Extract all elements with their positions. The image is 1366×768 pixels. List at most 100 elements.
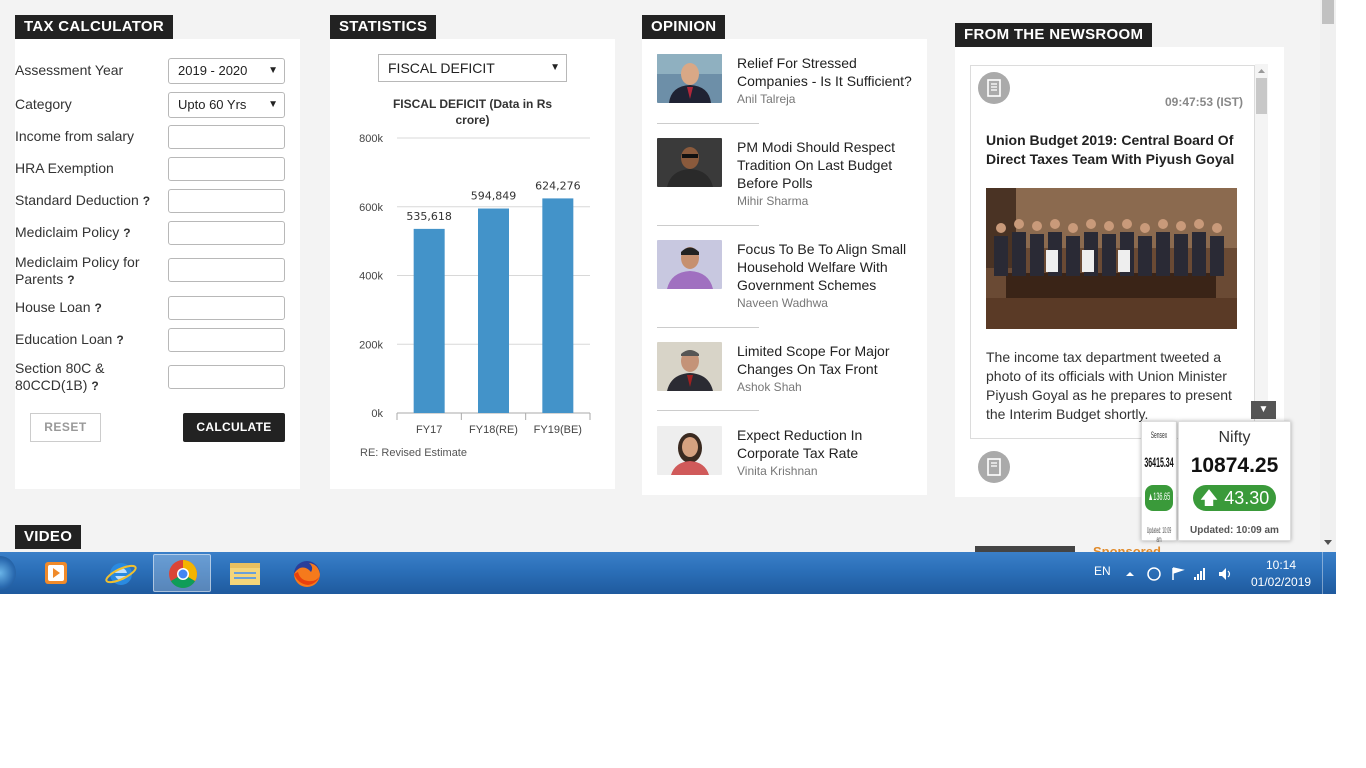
dropdown-arrow-icon: ▼ [550, 62, 560, 73]
taskbar-chrome[interactable] [153, 554, 211, 592]
show-desktop-button[interactable] [1322, 552, 1336, 594]
mediclaim-label-wrap: Mediclaim Policy? [15, 224, 131, 242]
chart-title: FISCAL DEFICIT (Data in Rs crore) [392, 97, 553, 127]
category-select[interactable]: Upto 60 Yrs ▼ [168, 92, 285, 118]
opinion-item[interactable]: Focus To Be To Align Small Household Wel… [657, 240, 917, 310]
taskbar: EN 10:14 01/02/2019 [0, 552, 1336, 594]
nifty-change: 43.30 [1224, 488, 1270, 508]
help-icon[interactable]: ? [91, 379, 98, 393]
education-loan-row: Education Loan? [15, 328, 285, 354]
news-headline[interactable]: Union Budget 2019: Central Board Of Dire… [986, 131, 1236, 169]
sensex-widget[interactable]: Sensex 36415.34 ▲136.65 Updated: 10:09 a… [1141, 421, 1177, 544]
income-salary-input[interactable] [168, 125, 285, 149]
bar [542, 198, 574, 413]
hra-row: HRA Exemption [15, 157, 285, 183]
house-loan-input[interactable] [168, 296, 285, 320]
opinion-item[interactable]: Limited Scope For Major Changes On Tax F… [657, 342, 917, 397]
section-80c-label-wrap: Section 80C & 80CCD(1B)? [15, 360, 145, 395]
arrow-up-icon: 🡅 [1199, 488, 1219, 508]
mediclaim-parents-row: Mediclaim Policy for Parents? [15, 253, 285, 289]
divider [657, 327, 759, 328]
statistics-select[interactable]: FISCAL DEFICIT ▼ [378, 54, 567, 82]
author-photo [657, 240, 722, 289]
mediclaim-parents-input[interactable] [168, 258, 285, 282]
folder-icon [230, 563, 260, 585]
page-scrollbar[interactable] [1320, 0, 1336, 552]
show-hidden-icons-icon [1126, 572, 1134, 576]
standard-deduction-input[interactable] [168, 189, 285, 213]
bar [478, 208, 509, 413]
mediclaim-label: Mediclaim Policy [15, 224, 120, 240]
flag-icon [1172, 567, 1185, 580]
house-loan-label-wrap: House Loan? [15, 299, 102, 317]
opinion-headline[interactable]: Expect Reduction In Corporate Tax Rate [737, 427, 862, 461]
opinion-headline[interactable]: Limited Scope For Major Changes On Tax F… [737, 343, 890, 377]
opinion-headline[interactable]: PM Modi Should Respect Tradition On Last… [737, 139, 895, 191]
bar-value-label: 535,618 [406, 210, 452, 223]
start-button[interactable] [0, 556, 16, 590]
reset-button[interactable]: RESET [30, 413, 101, 442]
news-time: 09:47:53 (IST) [1164, 95, 1243, 109]
mediclaim-row: Mediclaim Policy? [15, 221, 285, 247]
help-icon[interactable]: ? [123, 226, 130, 240]
taskbar-firefox[interactable] [278, 554, 336, 592]
standard-deduction-row: Standard Deduction? [15, 189, 285, 215]
mediclaim-parents-label: Mediclaim Policy for Parents [15, 254, 140, 287]
category-value: Upto 60 Yrs [178, 97, 247, 112]
opinion-item[interactable]: Expect Reduction In Corporate Tax Rate Vi… [657, 426, 917, 481]
opinion-item[interactable]: PM Modi Should Respect Tradition On Last… [657, 138, 917, 208]
scroll-down-button[interactable]: ▼ [1251, 401, 1276, 419]
hra-label: HRA Exemption [15, 160, 114, 176]
taskbar-date[interactable]: 01/02/2019 [1251, 575, 1311, 589]
education-loan-input[interactable] [168, 328, 285, 352]
help-icon[interactable]: ? [116, 333, 123, 347]
taskbar-file-explorer[interactable] [216, 554, 274, 592]
opinion-item[interactable]: Relief For Stressed Companies - Is It Su… [657, 54, 917, 114]
chart-note: RE: Revised Estimate [360, 447, 467, 459]
y-tick-label: 0k [371, 408, 383, 420]
assessment-year-label: Assessment Year [15, 62, 124, 78]
document-icon [978, 72, 1010, 104]
mediclaim-input[interactable] [168, 221, 285, 245]
calculate-button[interactable]: CALCULATE [183, 413, 285, 442]
nifty-widget[interactable]: Nifty 10874.25 🡅 43.30 Updated: 10:09 am [1178, 421, 1291, 541]
category-label: Category [15, 96, 72, 112]
opinion-headline[interactable]: Relief For Stressed Companies - Is It Su… [737, 55, 912, 89]
sensex-updated: Updated: 10:09 am [1146, 526, 1172, 544]
opinion-headline[interactable]: Focus To Be To Align Small Household Wel… [737, 241, 906, 293]
nifty-value: 10874.25 [1190, 454, 1279, 477]
education-loan-label-wrap: Education Loan? [15, 331, 124, 349]
tax-calculator-title: TAX CALCULATOR [15, 15, 174, 39]
x-tick-label: FY19(BE) [534, 424, 582, 436]
bar-value-label: 594,849 [471, 190, 517, 203]
author-photo [657, 138, 722, 187]
divider [657, 410, 759, 411]
author-photo [657, 342, 722, 391]
taskbar-clock[interactable]: 10:14 [1266, 558, 1296, 572]
author-photo [657, 426, 722, 475]
divider [657, 225, 759, 226]
network-status-icon [1147, 567, 1161, 581]
taskbar-internet-explorer[interactable] [92, 554, 150, 592]
sensex-name: Sensex [1150, 430, 1168, 440]
language-indicator[interactable]: EN [1094, 564, 1111, 578]
assessment-year-select[interactable]: 2019 - 2020 ▼ [168, 58, 285, 84]
nifty-change-badge: 🡅 43.30 [1193, 485, 1276, 511]
assessment-year-row: Assessment Year 2019 - 2020 ▼ [15, 57, 285, 85]
help-icon[interactable]: ? [67, 273, 74, 287]
newsroom-scrollbar[interactable] [1255, 64, 1268, 414]
hra-input[interactable] [168, 157, 285, 181]
system-tray-icons[interactable] [1124, 566, 1234, 582]
statistics-select-value: FISCAL DEFICIT [388, 60, 495, 76]
sponsored-label: Sponsored [1093, 544, 1161, 552]
section-80c-input[interactable] [168, 365, 285, 389]
taskbar-media-player[interactable] [27, 554, 85, 592]
help-icon[interactable]: ? [143, 194, 150, 208]
statistics-title: STATISTICS [330, 15, 437, 39]
help-icon[interactable]: ? [95, 301, 102, 315]
newsroom-title: FROM THE NEWSROOM [955, 23, 1153, 47]
chrome-icon [169, 560, 197, 588]
internet-explorer-icon [105, 563, 137, 585]
standard-deduction-label: Standard Deduction [15, 192, 139, 208]
dropdown-arrow-icon: ▼ [268, 65, 278, 76]
